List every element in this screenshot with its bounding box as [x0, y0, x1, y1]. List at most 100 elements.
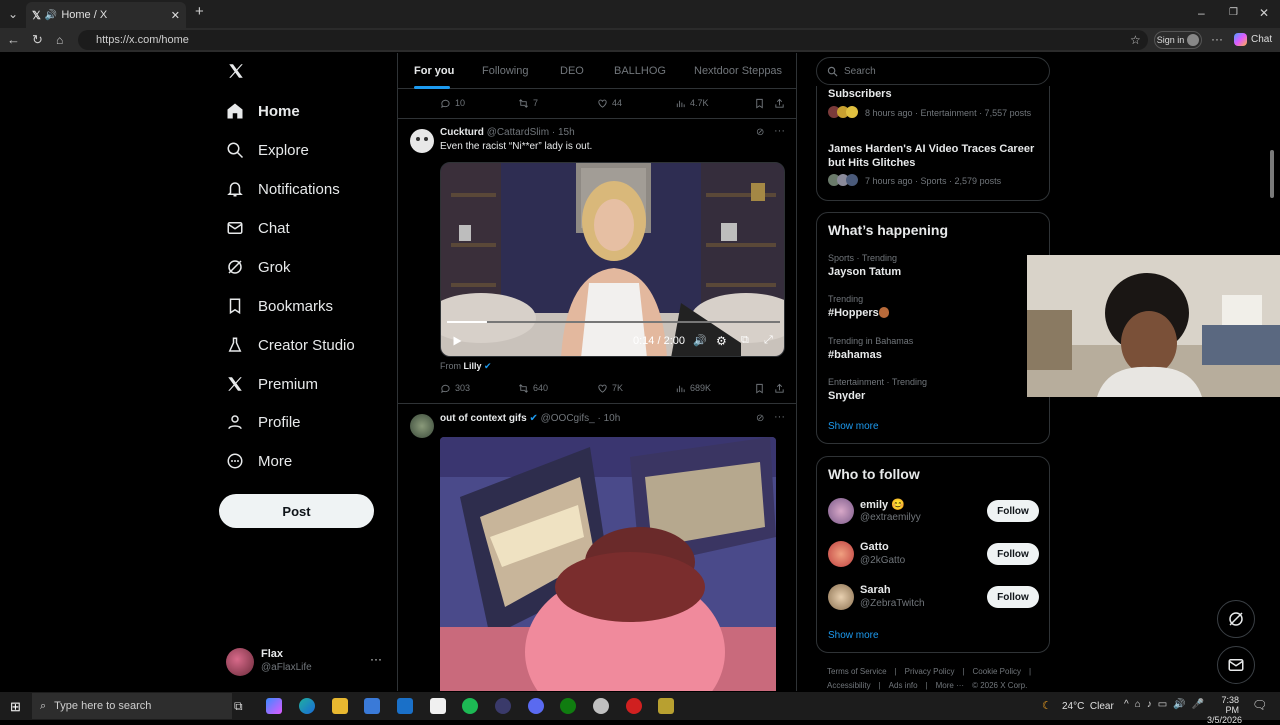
outlook-icon[interactable]: [397, 698, 413, 714]
ads-info-link[interactable]: Ads info: [889, 681, 918, 690]
nav-premium[interactable]: Premium: [226, 369, 318, 399]
notepad-icon[interactable]: [430, 698, 446, 714]
author-handle[interactable]: @CattardSlim: [487, 127, 549, 138]
edge-taskbar-icon[interactable]: [299, 698, 315, 714]
author-name[interactable]: Cuckturd: [440, 127, 484, 138]
minimize-icon[interactable]: –: [1198, 7, 1205, 19]
video-player[interactable]: 0:14 / 2:00 🔊 ⚙ ⧉ ⤢: [440, 162, 785, 357]
app-icon[interactable]: [658, 698, 674, 714]
nav-creator-studio[interactable]: Creator Studio: [226, 330, 355, 360]
search-input[interactable]: Search: [816, 57, 1050, 85]
avatar[interactable]: [410, 129, 434, 153]
restore-icon[interactable]: ❐: [1229, 7, 1238, 19]
avatar[interactable]: [828, 584, 854, 610]
bookmark-button[interactable]: [754, 383, 765, 394]
show-more-link[interactable]: Show more: [828, 421, 879, 432]
follow-suggestion[interactable]: emily 😊 @extraemilyy Follow: [817, 495, 1051, 531]
close-window-icon[interactable]: ✕: [1259, 7, 1269, 19]
play-icon[interactable]: [451, 335, 463, 347]
accessibility-link[interactable]: Accessibility: [827, 681, 871, 690]
nav-explore[interactable]: Explore: [226, 135, 309, 165]
task-view-icon[interactable]: ⧉: [234, 699, 243, 714]
messages-float-button[interactable]: [1217, 646, 1255, 684]
avatar[interactable]: [828, 498, 854, 524]
like-button[interactable]: 7K: [597, 383, 623, 394]
trend-item[interactable]: Trending #Hoppers: [817, 292, 1051, 330]
cookie-link[interactable]: Cookie Policy: [973, 667, 1021, 676]
file-explorer-icon[interactable]: [332, 698, 348, 714]
show-more-link[interactable]: Show more: [828, 630, 879, 641]
views-button[interactable]: 689K: [675, 383, 711, 394]
post-time[interactable]: · 15h: [552, 127, 575, 138]
post-cuckturd[interactable]: Cuckturd @CattardSlim · 15h ⊘ ··· Even t…: [398, 119, 796, 402]
app-icon[interactable]: [593, 698, 609, 714]
reply-button[interactable]: 10: [440, 98, 465, 109]
grok-icon[interactable]: ⊘: [756, 127, 764, 138]
browser-tab[interactable]: 𝕏 🔊 Home / X ✕: [26, 2, 186, 28]
privacy-link[interactable]: Privacy Policy: [905, 667, 955, 676]
taskbar-search[interactable]: ⌕ Type here to search: [32, 693, 232, 719]
sign-in-button[interactable]: Sign in: [1154, 31, 1202, 49]
volume-icon[interactable]: 🔊: [693, 334, 707, 347]
trend-item[interactable]: Trending in Bahamas #bahamas: [817, 334, 1051, 372]
nav-home[interactable]: Home: [226, 96, 300, 126]
refresh-icon[interactable]: ↻: [32, 33, 43, 46]
author-name[interactable]: out of context gifs: [440, 413, 527, 424]
news-title[interactable]: James Harden's AI Video Traces Career bu…: [828, 142, 1043, 170]
home-browser-icon[interactable]: ⌂: [56, 34, 63, 46]
clock[interactable]: 7:38 PM 3/5/2026: [1207, 695, 1242, 725]
tab-deo[interactable]: DEO: [560, 65, 584, 77]
repost-button[interactable]: 7: [518, 98, 538, 109]
copilot-taskbar-icon[interactable]: [266, 698, 282, 714]
share-button[interactable]: [774, 383, 785, 394]
post-button[interactable]: Post: [219, 494, 374, 528]
views-button[interactable]: 4.7K: [675, 98, 709, 109]
settings-icon[interactable]: ⚙: [716, 334, 727, 348]
avatar[interactable]: [828, 541, 854, 567]
tab-nextdoor-steppas[interactable]: Nextdoor Steppas: [694, 65, 782, 77]
nav-notifications[interactable]: Notifications: [226, 174, 340, 204]
pip-icon[interactable]: ⧉: [741, 334, 749, 347]
from-name[interactable]: Lilly: [464, 361, 482, 371]
post-more-icon[interactable]: ···: [774, 125, 785, 137]
reply-button[interactable]: 303: [440, 383, 470, 394]
grok-float-button[interactable]: [1217, 600, 1255, 638]
gif-media[interactable]: [440, 437, 776, 691]
author-handle[interactable]: @OOCgifs_: [541, 413, 595, 424]
notification-icon[interactable]: 🗨: [1252, 698, 1267, 712]
post-out-of-context-gifs[interactable]: out of context gifs ✔ @OOCgifs_ · 10h ⊘ …: [398, 404, 796, 691]
weather-text[interactable]: 24°C Clear: [1062, 701, 1114, 712]
follow-suggestion[interactable]: Sarah @ZebraTwitch Follow: [817, 581, 1051, 617]
xbox-icon[interactable]: [560, 698, 576, 714]
like-button[interactable]: 44: [597, 98, 622, 109]
x-logo-icon[interactable]: [227, 62, 245, 80]
avatar[interactable]: [410, 414, 434, 438]
page-scrollbar[interactable]: [1270, 150, 1274, 198]
tab-for-you[interactable]: For you: [414, 65, 454, 77]
post-time[interactable]: · 10h: [597, 413, 620, 424]
nav-grok[interactable]: Grok: [226, 252, 291, 282]
tab-following[interactable]: Following: [482, 65, 528, 77]
follow-suggestion[interactable]: Gatto @2kGatto Follow: [817, 538, 1051, 574]
new-tab-icon[interactable]: +: [195, 4, 204, 19]
back-icon[interactable]: ←: [7, 33, 20, 46]
url-field[interactable]: https://x.com/home: [78, 30, 1148, 50]
account-more-icon[interactable]: ···: [370, 652, 382, 666]
fullscreen-icon[interactable]: ⤢: [764, 334, 773, 347]
follow-button[interactable]: Follow: [987, 500, 1039, 522]
follow-button[interactable]: Follow: [987, 586, 1039, 608]
favorites-icon[interactable]: ☆: [1130, 34, 1141, 46]
store-icon[interactable]: [364, 698, 380, 714]
bookmark-button[interactable]: [754, 98, 765, 109]
settings-more-icon[interactable]: ···: [1211, 33, 1223, 45]
nav-bookmarks[interactable]: Bookmarks: [226, 291, 333, 321]
repost-button[interactable]: 640: [518, 383, 548, 394]
account-switcher[interactable]: Flax @aFlaxLife ···: [226, 646, 392, 678]
spotify-icon[interactable]: [462, 698, 478, 714]
obs-icon[interactable]: [626, 698, 642, 714]
share-button[interactable]: [774, 98, 785, 109]
discord-icon[interactable]: [528, 698, 544, 714]
audio-icon[interactable]: 🔊: [45, 10, 57, 21]
post-more-icon[interactable]: ···: [774, 411, 785, 423]
tab-list-icon[interactable]: ⌄: [8, 8, 18, 20]
